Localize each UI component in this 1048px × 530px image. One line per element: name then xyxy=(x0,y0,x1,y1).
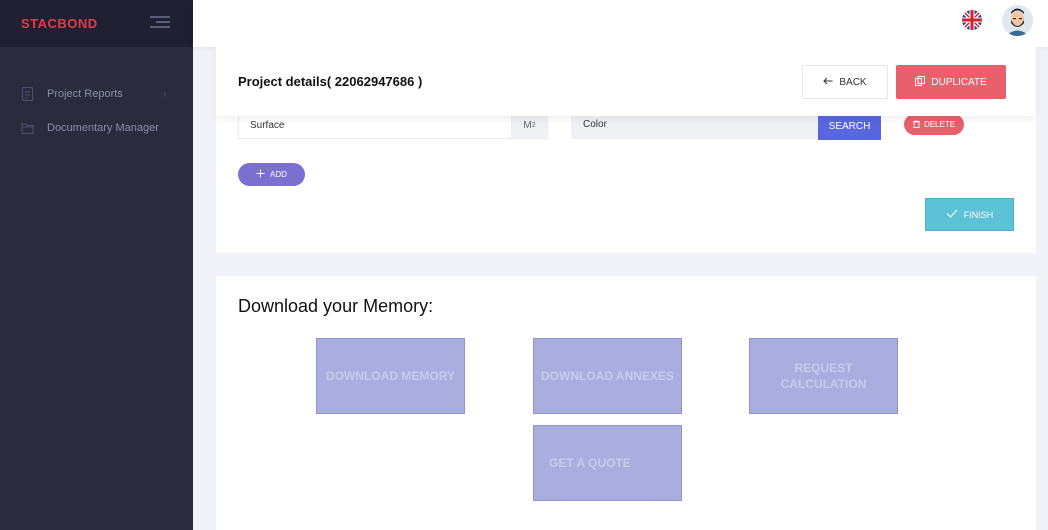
project-header: Project details( 22062947686 ) BACK DUPL… xyxy=(216,47,1036,116)
add-button-label: ADD xyxy=(270,170,287,179)
download-section-title: Download your Memory: xyxy=(238,296,434,316)
sidebar-item-documentary-manager[interactable]: Documentary Manager xyxy=(0,111,193,145)
get-a-quote-button[interactable]: GET A QUOTE xyxy=(533,425,682,501)
surface-unit-exponent: 2 xyxy=(531,122,536,129)
delete-button[interactable]: DELETE xyxy=(904,114,964,135)
plus-icon xyxy=(256,169,265,180)
project-card: Project details( 22062947686 ) BACK DUPL… xyxy=(216,47,1036,253)
download-card: Download your Memory: DOWNLOAD MEMORY DO… xyxy=(216,276,1036,530)
finish-button[interactable]: FINISH xyxy=(925,198,1014,231)
surface-unit-addon: M2 xyxy=(511,112,548,139)
topbar xyxy=(193,0,1048,47)
search-button[interactable]: SEARCH xyxy=(818,112,881,140)
duplicate-button[interactable]: DUPLICATE xyxy=(896,65,1006,99)
add-button[interactable]: ADD xyxy=(238,163,305,186)
download-annexes-button[interactable]: DOWNLOAD ANNEXES xyxy=(533,338,682,414)
finish-button-label: FINISH xyxy=(963,209,994,220)
request-calculation-button[interactable]: REQUEST CALCULATION xyxy=(749,338,898,414)
hamburger-menu-icon[interactable] xyxy=(150,15,170,29)
brand-bar: STACBOND xyxy=(0,0,193,47)
check-icon xyxy=(946,209,958,220)
uk-flag-icon[interactable] xyxy=(962,10,982,30)
user-avatar[interactable] xyxy=(1002,5,1033,36)
document-icon xyxy=(21,87,34,101)
download-memory-button[interactable]: DOWNLOAD MEMORY xyxy=(316,338,465,414)
brand-logo[interactable]: STACBOND xyxy=(21,16,98,31)
color-field[interactable]: Color xyxy=(571,112,819,139)
trash-icon xyxy=(912,119,920,130)
sidebar-item-project-reports[interactable]: Project Reports › xyxy=(0,77,193,111)
chevron-right-icon: › xyxy=(163,89,167,100)
back-button[interactable]: BACK xyxy=(802,65,888,99)
back-button-label: BACK xyxy=(839,76,867,88)
sidebar-item-label: Project Reports xyxy=(47,88,123,100)
folder-icon xyxy=(21,121,34,135)
sidebar: STACBOND Project Reports › Documentary M… xyxy=(0,0,193,530)
arrow-left-icon xyxy=(823,77,833,88)
page-title: Project details( 22062947686 ) xyxy=(238,74,423,89)
sidebar-item-label: Documentary Manager xyxy=(47,122,159,134)
duplicate-button-label: DUPLICATE xyxy=(931,76,987,88)
surface-field[interactable]: Surface xyxy=(238,112,512,139)
copy-icon xyxy=(915,75,926,89)
surface-unit-label: M xyxy=(523,120,532,131)
delete-button-label: DELETE xyxy=(923,120,956,129)
sidebar-nav: Project Reports › Documentary Manager xyxy=(0,47,193,145)
